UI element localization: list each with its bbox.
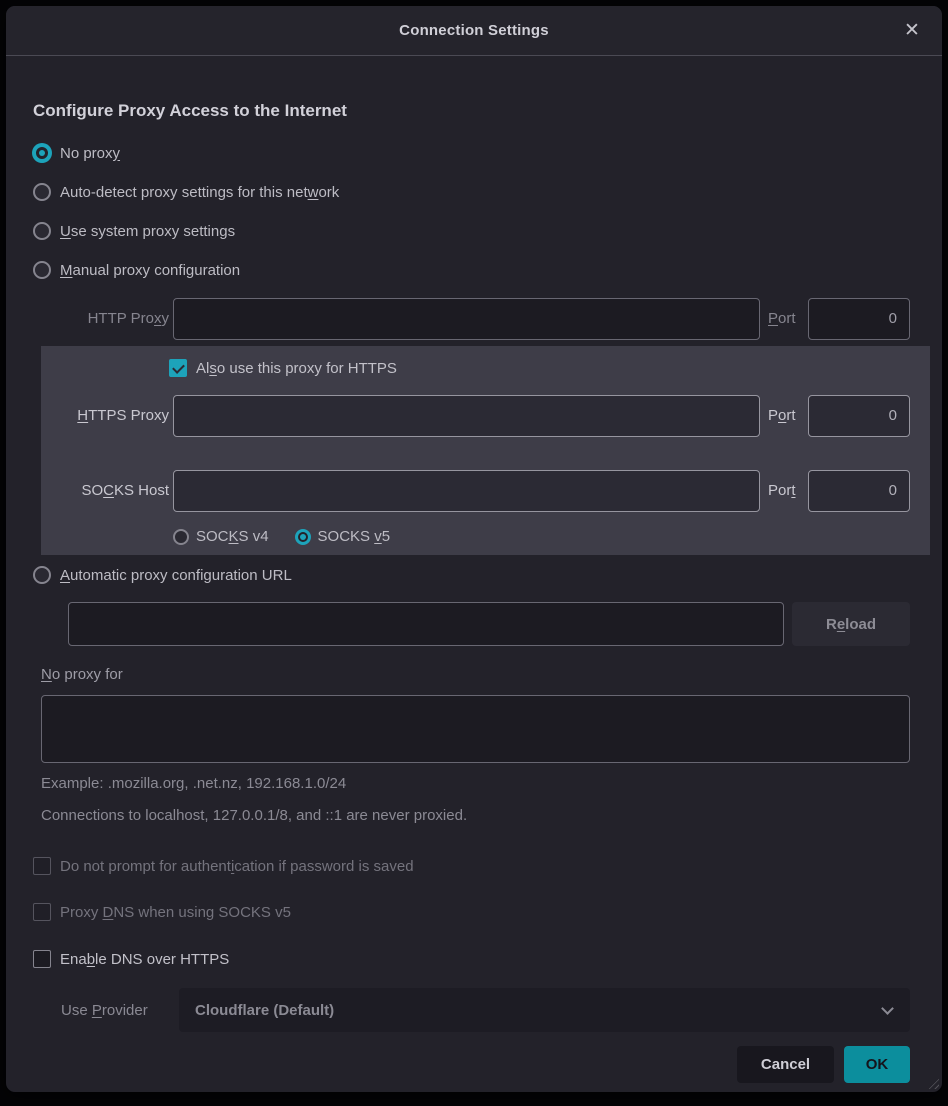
radio-system-proxy[interactable] [33, 222, 51, 240]
radio-row-auto-url[interactable]: Automatic proxy configuration URL [33, 563, 910, 587]
radio-auto-detect[interactable] [33, 183, 51, 201]
http-port-input[interactable] [808, 298, 910, 340]
https-proxy-label: HTTPS Proxy [41, 407, 169, 424]
radio-auto-url[interactable] [33, 566, 51, 584]
radio-label-socks-v4: SOCKS v4 [196, 528, 269, 545]
proxy-mode-group: No proxy Auto-detect proxy settings for … [33, 141, 910, 282]
chevron-down-icon [881, 1002, 894, 1015]
https-proxy-input[interactable] [173, 395, 760, 437]
radio-socks-v4[interactable] [173, 529, 189, 545]
provider-select[interactable]: Cloudflare (Default) [179, 988, 910, 1032]
socks-version-group: SOCKS v4 SOCKS v5 [173, 525, 910, 548]
socks-port-input[interactable] [808, 470, 910, 512]
dialog-content: Configure Proxy Access to the Internet N… [6, 101, 942, 1083]
connection-settings-dialog: Connection Settings ✕ Configure Proxy Ac… [6, 6, 942, 1092]
radio-label-socks-v5: SOCKS v5 [318, 528, 391, 545]
dialog-footer: Cancel OK [33, 1046, 910, 1083]
doh-label: Enable DNS over HTTPS [60, 951, 229, 968]
proxy-dns-checkbox[interactable] [33, 903, 51, 921]
no-proxy-for-textarea[interactable] [41, 695, 910, 763]
radio-row-system-proxy[interactable]: Use system proxy settings [33, 219, 910, 243]
no-proxy-for-label: No proxy for [41, 666, 910, 686]
radio-row-manual-proxy[interactable]: Manual proxy configuration [33, 258, 910, 282]
radio-row-auto-detect[interactable]: Auto-detect proxy settings for this netw… [33, 180, 910, 204]
https-port-label: Port [768, 407, 802, 424]
socks-host-row: SOCKS Host Port [41, 469, 910, 512]
reload-button[interactable]: Reload [792, 602, 910, 646]
doh-row[interactable]: Enable DNS over HTTPS [33, 948, 910, 970]
no-proxy-example-text: Example: .mozilla.org, .net.nz, 192.168.… [41, 775, 910, 795]
socks-v5-option[interactable]: SOCKS v5 [295, 528, 391, 545]
socks-host-input[interactable] [173, 470, 760, 512]
also-https-label: Also use this proxy for HTTPS [196, 360, 397, 377]
https-socks-highlight-section: Also use this proxy for HTTPS HTTPS Prox… [41, 346, 930, 555]
auth-prompt-label: Do not prompt for authentication if pass… [60, 858, 414, 875]
socks-port-label: Port [768, 482, 802, 499]
radio-label-auto-url: Automatic proxy configuration URL [60, 567, 292, 584]
dialog-title: Connection Settings [399, 22, 549, 39]
auth-prompt-row[interactable]: Do not prompt for authentication if pass… [33, 855, 910, 877]
radio-no-proxy[interactable] [33, 144, 51, 162]
doh-checkbox[interactable] [33, 950, 51, 968]
auth-prompt-checkbox[interactable] [33, 857, 51, 875]
http-port-label: Port [768, 310, 802, 327]
radio-label-auto-detect: Auto-detect proxy settings for this netw… [60, 184, 339, 201]
auto-url-input[interactable] [68, 602, 784, 646]
auto-url-row: Reload [68, 602, 910, 646]
page-title: Configure Proxy Access to the Internet [33, 101, 910, 121]
provider-label: Use Provider [61, 1002, 179, 1019]
close-icon[interactable]: ✕ [898, 17, 926, 45]
also-https-checkbox[interactable] [169, 359, 187, 377]
socks-host-label: SOCKS Host [41, 482, 169, 499]
proxy-dns-row[interactable]: Proxy DNS when using SOCKS v5 [33, 901, 910, 923]
http-proxy-label: HTTP Proxy [33, 310, 169, 327]
provider-row: Use Provider Cloudflare (Default) [33, 988, 910, 1032]
https-port-input[interactable] [808, 395, 910, 437]
ok-button[interactable]: OK [844, 1046, 910, 1083]
radio-label-system-proxy: Use system proxy settings [60, 223, 235, 240]
http-proxy-input[interactable] [173, 298, 760, 340]
provider-selected-value: Cloudflare (Default) [195, 1002, 334, 1019]
https-proxy-row: HTTPS Proxy Port [41, 394, 910, 437]
radio-label-manual-proxy: Manual proxy configuration [60, 262, 240, 279]
radio-socks-v5[interactable] [295, 529, 311, 545]
localhost-note-text: Connections to localhost, 127.0.0.1/8, a… [41, 807, 910, 827]
proxy-dns-label: Proxy DNS when using SOCKS v5 [60, 904, 291, 921]
radio-manual-proxy[interactable] [33, 261, 51, 279]
radio-label-no-proxy: No proxy [60, 145, 120, 162]
dialog-titlebar: Connection Settings ✕ [6, 6, 942, 56]
http-proxy-row: HTTP Proxy Port [33, 297, 910, 340]
radio-row-no-proxy[interactable]: No proxy [33, 141, 910, 165]
cancel-button[interactable]: Cancel [737, 1046, 834, 1083]
also-https-row[interactable]: Also use this proxy for HTTPS [169, 357, 910, 379]
